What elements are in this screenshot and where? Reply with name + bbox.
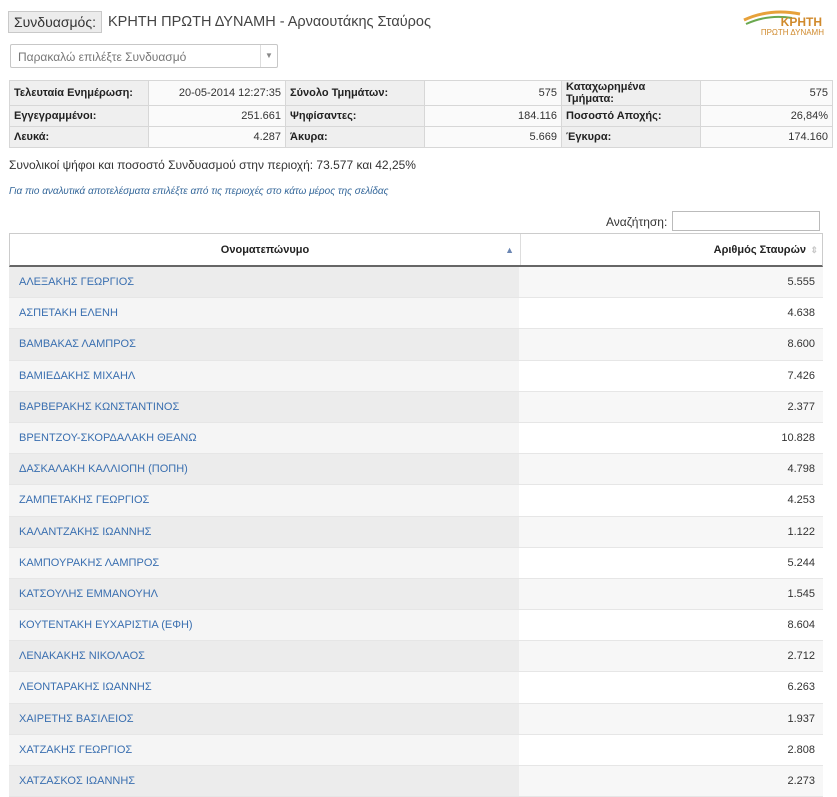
stats-row: Λευκά: 4.287 Άκυρα: 5.669 Έγκυρα: 174.160 (9, 126, 833, 148)
candidate-votes: 5.244 (519, 547, 823, 578)
stat-value: 5.669 (424, 126, 562, 148)
candidate-name-link[interactable]: ΒΑΜΙΕΔΑΚΗΣ ΜΙΧΑΗΛ (9, 360, 519, 391)
candidate-votes: 1.937 (519, 703, 823, 734)
stat-value: 26,84% (700, 105, 833, 127)
candidate-votes: 1.545 (519, 578, 823, 610)
coalition-select[interactable]: Παρακαλώ επιλέξτε Συνδυασμό ▼ (10, 44, 278, 68)
candidate-name-link[interactable]: ΒΑΜΒΑΚΑΣ ΛΑΜΠΡΟΣ (9, 329, 519, 360)
candidate-name-link[interactable]: ΔΑΣΚΑΛΑΚΗ ΚΑΛΛΙΟΠΗ (ΠΟΠΗ) (9, 454, 519, 485)
table-row: ΛΕΝΑΚΑΚΗΣ ΝΙΚΟΛΑΟΣ 2.712 (9, 641, 823, 673)
candidate-name-link[interactable]: ΖΑΜΠΕΤΑΚΗΣ ΓΕΩΡΓΙΟΣ (9, 485, 519, 516)
table-row: ΚΑΛΑΝΤΖΑΚΗΣ ΙΩΑΝΝΗΣ 1.122 (9, 516, 823, 548)
search-label: Αναζήτηση: (606, 215, 668, 229)
candidate-name-link[interactable]: ΛΕΝΑΚΑΚΗΣ ΝΙΚΟΛΑΟΣ (9, 641, 519, 672)
stat-label: Άκυρα: (285, 126, 425, 148)
table-row: ΧΑΤΖΑΣΚΟΣ ΙΩΑΝΝΗΣ 2.273 (9, 766, 823, 797)
candidate-votes: 4.638 (519, 298, 823, 329)
table-row: ΧΑΙΡΕΤΗΣ ΒΑΣΙΛΕΙΟΣ 1.937 (9, 703, 823, 735)
candidates-table: Ονοματεπώνυμο ▲ Αριθμός Σταυρών ⇕ ΑΛΕΞΑΚ… (9, 233, 823, 797)
candidate-votes: 8.604 (519, 610, 823, 641)
candidate-name-link[interactable]: ΒΡΕΝΤΖΟΥ-ΣΚΟΡΔΑΛΑΚΗ ΘΕΑΝΩ (9, 422, 519, 454)
table-row: ΧΑΤΖΑΚΗΣ ΓΕΩΡΓΙΟΣ 2.808 (9, 734, 823, 766)
table-body: ΑΛΕΞΑΚΗΣ ΓΕΩΡΓΙΟΣ 5.555 ΑΣΠΕΤΑΚΗ ΕΛΕΝΗ 4.63… (9, 267, 823, 797)
stat-value: 575 (700, 80, 833, 106)
candidate-votes: 8.600 (519, 329, 823, 360)
stat-label: Ποσοστό Αποχής: (561, 105, 701, 127)
column-header-votes-label: Αριθμός Σταυρών (713, 244, 806, 256)
candidate-name-link[interactable]: ΚΟΥΤΕΝΤΑΚΗ ΕΥΧΑΡΙΣΤΙΑ (ΕΦΗ) (9, 610, 519, 641)
column-header-name[interactable]: Ονοματεπώνυμο ▲ (10, 234, 521, 265)
stat-value: 575 (424, 80, 562, 106)
stat-label: Σύνολο Τμημάτων: (285, 80, 425, 106)
candidate-name-link[interactable]: ΑΣΠΕΤΑΚΗ ΕΛΕΝΗ (9, 298, 519, 329)
stat-value: 20-05-2014 12:27:35 (148, 80, 286, 106)
table-row: ΒΡΕΝΤΖΟΥ-ΣΚΟΡΔΑΛΑΚΗ ΘΕΑΝΩ 10.828 (9, 422, 823, 455)
table-header: Ονοματεπώνυμο ▲ Αριθμός Σταυρών ⇕ (9, 233, 823, 267)
candidate-votes: 10.828 (519, 422, 823, 454)
hint-text: Για πιο αναλυτικά αποτελέσματα επιλέξτε … (9, 186, 389, 197)
stat-value: 251.661 (148, 105, 286, 127)
stat-label: Ψηφίσαντες: (285, 105, 425, 127)
logo-subtitle: ΠΡΩΤΗ ΔΥΝΑΜΗ (760, 28, 824, 37)
candidate-votes: 7.426 (519, 360, 823, 391)
table-row: ΚΑΤΣΟΥΛΗΣ ΕΜΜΑΝΟΥΗΛ 1.545 (9, 578, 823, 611)
column-header-votes[interactable]: Αριθμός Σταυρών ⇕ (521, 234, 822, 265)
candidate-name-link[interactable]: ΚΑΤΣΟΥΛΗΣ ΕΜΜΑΝΟΥΗΛ (9, 578, 519, 610)
candidate-name-link[interactable]: ΛΕΟΝΤΑΡΑΚΗΣ ΙΩΑΝΝΗΣ (9, 672, 519, 703)
stats-row: Εγγεγραμμένοι: 251.661 Ψηφίσαντες: 184.116 Π… (9, 105, 833, 127)
candidate-votes: 2.273 (519, 766, 823, 797)
candidate-name-link[interactable]: ΧΑΙΡΕΤΗΣ ΒΑΣΙΛΕΙΟΣ (9, 703, 519, 734)
stat-label: Καταχωρημένα Τμήματα: (561, 80, 701, 106)
party-logo: ΚΡΗΤΗ ΠΡΩΤΗ ΔΥΝΑΜΗ (740, 6, 824, 40)
stat-value: 174.160 (700, 126, 833, 148)
coalition-label: Συνδυασμός: (8, 11, 102, 33)
sort-asc-icon: ▲ (505, 245, 514, 255)
coalition-summary: Συνολικοί ψήφοι και ποσοστό Συνδυασμού σ… (9, 158, 416, 172)
candidate-votes: 1.122 (519, 516, 823, 547)
stat-label: Εγγεγραμμένοι: (9, 105, 149, 127)
table-row: ΑΛΕΞΑΚΗΣ ΓΕΩΡΓΙΟΣ 5.555 (9, 267, 823, 299)
table-row: ΛΕΟΝΤΑΡΑΚΗΣ ΙΩΑΝΝΗΣ 6.263 (9, 672, 823, 704)
search-input[interactable] (672, 211, 820, 231)
candidate-name-link[interactable]: ΚΑΜΠΟΥΡΑΚΗΣ ΛΑΜΠΡΟΣ (9, 547, 519, 578)
candidate-votes: 2.377 (519, 391, 823, 422)
logo-word: ΚΡΗΤΗ (780, 15, 822, 29)
coalition-title: ΚΡΗΤΗ ΠΡΩΤΗ ΔΥΝΑΜΗ - Αρναουτάκης Σταύρος (107, 14, 431, 30)
page-header: Συνδυασμός: ΚΡΗΤΗ ΠΡΩΤΗ ΔΥΝΑΜΗ - Αρναουτ… (8, 10, 431, 34)
table-row: ΒΑΡΒΕΡΑΚΗΣ ΚΩΝΣΤΑΝΤΙΝΟΣ 2.377 (9, 391, 823, 423)
column-header-name-label: Ονοματεπώνυμο (220, 244, 310, 256)
stat-label: Λευκά: (9, 126, 149, 148)
table-row: ΒΑΜΒΑΚΑΣ ΛΑΜΠΡΟΣ 8.600 (9, 329, 823, 361)
stat-value: 184.116 (424, 105, 562, 127)
table-row: ΚΟΥΤΕΝΤΑΚΗ ΕΥΧΑΡΙΣΤΙΑ (ΕΦΗ) 8.604 (9, 610, 823, 642)
candidate-name-link[interactable]: ΚΑΛΑΝΤΖΑΚΗΣ ΙΩΑΝΝΗΣ (9, 516, 519, 547)
table-row: ΖΑΜΠΕΤΑΚΗΣ ΓΕΩΡΓΙΟΣ 4.253 (9, 485, 823, 517)
candidate-votes: 2.808 (519, 734, 823, 765)
candidate-votes: 4.798 (519, 454, 823, 485)
table-row: ΑΣΠΕΤΑΚΗ ΕΛΕΝΗ 4.638 (9, 298, 823, 330)
candidate-votes: 6.263 (519, 672, 823, 703)
stats-row: Τελευταία Ενημέρωση: 20-05-2014 12:27:35 Σ… (9, 80, 833, 106)
coalition-select-placeholder: Παρακαλώ επιλέξτε Συνδυασμό (18, 50, 187, 64)
stat-label: Τελευταία Ενημέρωση: (9, 80, 149, 106)
candidate-name-link[interactable]: ΧΑΤΖΑΚΗΣ ΓΕΩΡΓΙΟΣ (9, 734, 519, 765)
candidate-name-link[interactable]: ΑΛΕΞΑΚΗΣ ΓΕΩΡΓΙΟΣ (9, 267, 519, 298)
candidate-votes: 4.253 (519, 485, 823, 516)
candidate-votes: 2.712 (519, 641, 823, 672)
table-row: ΚΑΜΠΟΥΡΑΚΗΣ ΛΑΜΠΡΟΣ 5.244 (9, 547, 823, 579)
candidate-name-link[interactable]: ΧΑΤΖΑΣΚΟΣ ΙΩΑΝΝΗΣ (9, 766, 519, 797)
stat-label: Έγκυρα: (561, 126, 701, 148)
table-row: ΒΑΜΙΕΔΑΚΗΣ ΜΙΧΑΗΛ 7.426 (9, 360, 823, 392)
sort-both-icon: ⇕ (810, 245, 818, 255)
chevron-down-icon[interactable]: ▼ (260, 45, 277, 67)
stat-value: 4.287 (148, 126, 286, 148)
stats-table: Τελευταία Ενημέρωση: 20-05-2014 12:27:35 Σ… (9, 80, 833, 148)
candidate-votes: 5.555 (519, 267, 823, 298)
candidate-name-link[interactable]: ΒΑΡΒΕΡΑΚΗΣ ΚΩΝΣΤΑΝΤΙΝΟΣ (9, 391, 519, 422)
table-row: ΔΑΣΚΑΛΑΚΗ ΚΑΛΛΙΟΠΗ (ΠΟΠΗ) 4.798 (9, 454, 823, 486)
